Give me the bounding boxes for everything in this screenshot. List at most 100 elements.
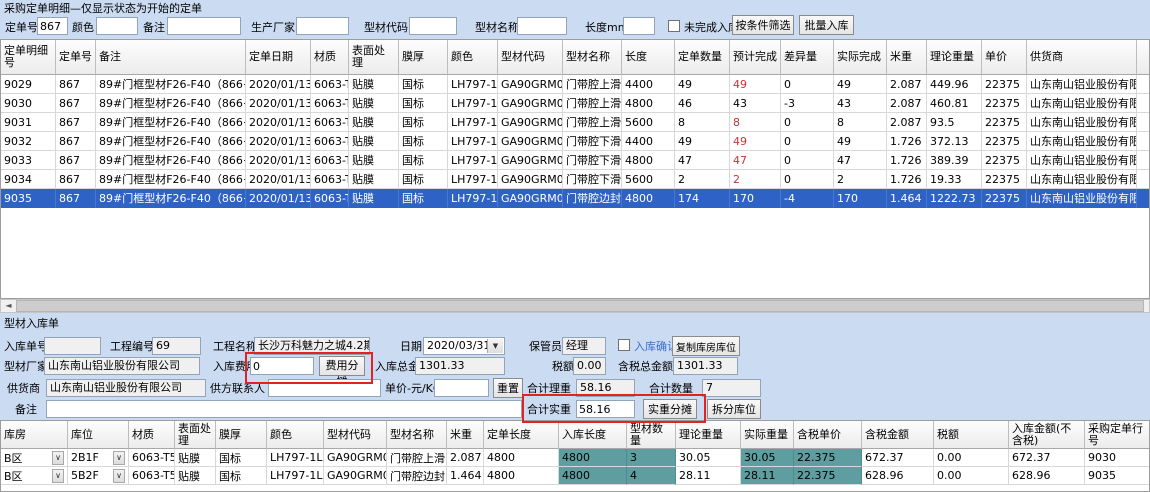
total-amount-field[interactable]: 1301.33 [415,357,505,375]
order-table-cell[interactable]: 49 [834,75,887,94]
order-table-cell[interactable]: 门带腔下滑 [563,151,622,170]
order-table-cell[interactable]: 389.39 [927,151,982,170]
order-table-cell[interactable]: 2 [730,170,781,189]
order-table-cell[interactable]: 山东南山铝业股份有限公司 [1027,151,1137,170]
order-table-cell[interactable]: 2020/01/13 [246,170,311,189]
order-table-cell[interactable]: GA90GRM04 [498,170,563,189]
order-table-cell[interactable]: 8 [675,113,730,132]
inbound-table-col-header[interactable]: 库位 [68,421,129,449]
order-table-cell[interactable]: 9029 [1,75,56,94]
order-table-col-header[interactable]: 定单号 [56,40,96,75]
order-table-cell[interactable]: 867 [56,113,96,132]
order-table-col-header[interactable]: 实际完成 [834,40,887,75]
inbound-table-cell[interactable]: 4800 [484,467,559,485]
order-table-cell[interactable]: LH797-1LL0 [448,75,498,94]
inbound-table-cell[interactable]: 28.11 [741,467,794,485]
order-table-col-header[interactable]: 差异量 [781,40,834,75]
order-table-cell[interactable]: 山东南山铝业股份有限公司 [1027,170,1137,189]
order-table-cell[interactable]: 9034 [1,170,56,189]
filter-profile-name-input[interactable] [517,17,567,35]
inbound-table-cell[interactable]: LH797-1LL0 [267,467,324,485]
order-table-cell[interactable]: 1.726 [887,170,927,189]
order-table-cell[interactable]: 867 [56,94,96,113]
inbound-table-cell[interactable]: 1.464 [447,467,484,485]
order-table-col-header[interactable]: 膜厚 [399,40,448,75]
order-table-cell[interactable]: 门带腔上滑 [563,113,622,132]
order-table-cell[interactable]: 2.087 [887,94,927,113]
order-table-cell[interactable]: 山东南山铝业股份有限公司 [1027,113,1137,132]
inbound-table-cell[interactable]: 5B2F∨ [68,467,129,485]
order-table-cell[interactable]: 门带腔边封 [563,189,622,208]
inbound-table-cell[interactable]: 国标 [216,467,267,485]
dropdown-arrow-icon[interactable]: ∨ [52,451,64,465]
order-table-cell[interactable]: 22375 [982,113,1027,132]
order-table-cell[interactable]: 6063-T5 [311,113,349,132]
order-table-col-header[interactable]: 定单数量 [675,40,730,75]
inbound-table-col-header[interactable]: 型材数量 [627,421,676,449]
inbound-table-cell[interactable]: 628.96 [862,467,934,485]
inbound-table-cell[interactable]: GA90GRM03 [324,449,387,467]
order-table-cell[interactable]: 170 [834,189,887,208]
order-table-cell[interactable] [1137,113,1150,132]
inbound-table-cell[interactable]: 4800 [559,467,627,485]
order-table-cell[interactable]: 9031 [1,113,56,132]
order-table-cell[interactable]: 8 [730,113,781,132]
inbound-table-col-header[interactable]: 采购定单行号 [1085,421,1150,449]
filter-by-condition-button[interactable]: 按条件筛选 [732,15,794,35]
filter-length-input[interactable] [623,17,655,35]
order-table-cell[interactable]: 国标 [399,132,448,151]
inbound-table-col-header[interactable]: 材质 [129,421,175,449]
order-table-hscrollbar[interactable]: ◄ [0,299,1150,313]
inbound-table-cell[interactable]: B区∨ [1,449,68,467]
order-table-cell[interactable]: 9035 [1,189,56,208]
order-table-cell[interactable]: 49 [675,75,730,94]
keeper-field[interactable]: 经理 [562,337,606,355]
order-table-cell[interactable]: GA90GRM05 [498,189,563,208]
unit-price-input[interactable] [434,379,489,397]
order-table-cell[interactable]: 国标 [399,113,448,132]
inbound-table-row[interactable]: B区∨2B1F∨6063-T5贴膜国标LH797-1LL0GA90GRM03门带… [1,449,1149,467]
order-table-cell[interactable]: 2020/01/13 [246,189,311,208]
order-table-col-header[interactable]: 理论重量 [927,40,982,75]
unfinished-checkbox[interactable] [668,20,680,32]
order-table-cell[interactable]: 2.087 [887,75,927,94]
remark-input[interactable] [46,400,522,418]
inbound-table-cell[interactable]: 4 [627,467,676,485]
order-table-cell[interactable]: 170 [730,189,781,208]
order-table-cell[interactable]: 1.726 [887,132,927,151]
order-table-cell[interactable]: 国标 [399,189,448,208]
scroll-left-icon[interactable]: ◄ [1,300,16,312]
reset-button[interactable]: 重置 [493,378,523,398]
order-table-cell[interactable]: 867 [56,132,96,151]
inbound-table-cell[interactable]: 28.11 [676,467,741,485]
inbound-table-cell[interactable]: 30.05 [676,449,741,467]
dropdown-arrow-icon[interactable]: ∨ [113,469,125,483]
order-table-col-header[interactable]: 材质 [311,40,349,75]
order-table-cell[interactable]: 47 [834,151,887,170]
actual-weight-share-button[interactable]: 实重分摊 [643,399,697,419]
order-table-cell[interactable]: 2020/01/13 [246,132,311,151]
inbound-table-cell[interactable]: 2B1F∨ [68,449,129,467]
inbound-table-col-header[interactable]: 税额 [934,421,1009,449]
order-table-cell[interactable]: 47 [730,151,781,170]
order-table-cell[interactable]: 0 [781,170,834,189]
order-table-cell[interactable]: LH797-1LL0 [448,170,498,189]
order-table-cell[interactable]: 2 [834,170,887,189]
order-table-row[interactable]: 903486789#门框型材F26-F40（866+867）2020/01/13… [1,170,1149,189]
order-table-cell[interactable]: 贴膜 [349,113,399,132]
factory-field[interactable]: 山东南山铝业股份有限公司 [44,357,200,375]
inbound-table-cell[interactable]: 672.37 [1009,449,1085,467]
order-table-cell[interactable]: 1.726 [887,151,927,170]
order-table-cell[interactable]: 9032 [1,132,56,151]
order-table-cell[interactable]: 山东南山铝业股份有限公司 [1027,189,1137,208]
order-table-cell[interactable]: 0 [781,113,834,132]
order-table-cell[interactable]: 9030 [1,94,56,113]
inbound-table-cell[interactable]: 0.00 [934,467,1009,485]
order-table-cell[interactable]: 49 [834,132,887,151]
order-table-cell[interactable]: 93.5 [927,113,982,132]
order-table-cell[interactable]: 43 [730,94,781,113]
inbound-table-cell[interactable]: LH797-1LL0 [267,449,324,467]
order-table-cell[interactable]: 6063-T5 [311,132,349,151]
storage-fee-input[interactable] [250,357,314,375]
dropdown-arrow-icon[interactable]: ∨ [113,451,125,465]
